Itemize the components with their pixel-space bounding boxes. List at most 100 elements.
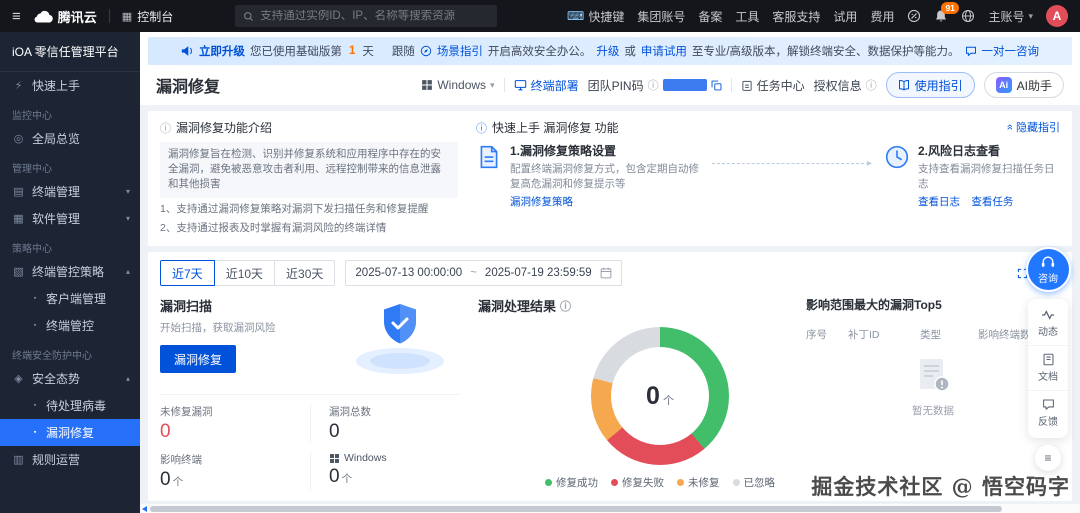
nav-icp-filing[interactable]: 备案 <box>698 8 722 25</box>
legend-dot <box>611 479 618 487</box>
step-connector: ▸ <box>712 158 872 169</box>
tab-last-30-days[interactable]: 近30天 <box>275 260 336 287</box>
feedback-button[interactable]: 反馈 <box>1028 391 1068 435</box>
sidebar-item-vuln-repair[interactable]: ▪ 漏洞修复 <box>0 419 140 446</box>
sidebar-item-global-overview[interactable]: ◎ 全局总览 <box>0 125 140 152</box>
floating-bar: 动态 文档 反馈 <box>1028 299 1068 438</box>
cloud-icon <box>34 10 53 23</box>
quickstart-title: 快速上手 漏洞修复 功能 <box>492 121 619 135</box>
tencent-cloud-logo[interactable]: 腾讯云 <box>33 7 97 26</box>
shortcut-link[interactable]: ⌨ 快捷键 <box>567 8 624 25</box>
scan-card: 漏洞扫描 开始扫描，获取漏洞风险 漏洞修复 未修复漏洞 0 漏洞总数 0 影响终… <box>160 296 460 492</box>
col-type: 类型 <box>920 329 941 342</box>
info-icon: ⓘ <box>476 122 487 135</box>
sidebar-item-quick-start[interactable]: ⚡ 快速上手 <box>0 72 140 99</box>
megaphone-icon <box>181 46 192 56</box>
upgrade-link[interactable]: 升级 <box>596 43 619 59</box>
horizontal-scrollbar[interactable] <box>140 504 1080 513</box>
step-desc: 支持查看漏洞修复扫描任务日志 <box>918 163 1055 190</box>
info-icon: ⓘ <box>160 122 171 135</box>
chevron-up-icon: ▴ <box>125 267 130 276</box>
chevron-down-icon: ▾ <box>125 187 130 196</box>
docs-button[interactable]: 文档 <box>1028 346 1068 391</box>
scrollbar-thumb[interactable] <box>150 505 1002 512</box>
nav-billing[interactable]: 费用 <box>870 8 894 25</box>
sidebar-item-client-management[interactable]: ▪ 客户端管理 <box>0 285 140 312</box>
legend-item-unfixed[interactable]: 未修复 <box>677 475 720 490</box>
consult-button[interactable]: 咨询 <box>1025 247 1071 292</box>
tab-last-7-days[interactable]: 近7天 <box>160 260 215 287</box>
ai-assistant-button[interactable]: Ai AI助手 <box>983 72 1064 98</box>
shield-icon: ◈ <box>14 373 23 385</box>
sidebar: iOA 零信任管理平台 ⚡ 快速上手 监控中心 ◎ 全局总览 管理中心 ▤ 终端… <box>0 32 140 513</box>
nav-support[interactable]: 客服支持 <box>772 8 820 25</box>
usage-days: 1 <box>348 45 356 57</box>
sidebar-item-security-posture[interactable]: ◈ 安全态势 ▴ <box>0 365 140 392</box>
usage-guide-button[interactable]: 使用指引 <box>885 72 975 98</box>
page-title: 漏洞修复 <box>156 79 221 96</box>
task-center-link[interactable]: 任务中心 <box>741 77 805 94</box>
sidebar-item-terminal-control-policy[interactable]: ▧ 终端管控策略 ▴ <box>0 258 140 285</box>
intro-title: 漏洞修复功能介绍 <box>176 121 273 135</box>
console-link[interactable]: ▦ 控制台 <box>122 8 173 25</box>
chart-legend: 修复成功 修复失败 未修复 已忽略 <box>530 475 790 490</box>
legend-item-failed[interactable]: 修复失败 <box>611 475 664 490</box>
hide-guide-link[interactable]: » 隐藏指引 <box>1003 119 1060 135</box>
sidebar-item-terminal-management[interactable]: ▤ 终端管理 ▾ <box>0 178 140 205</box>
sidebar-item-rule-operation[interactable]: ▥ 规则运营 <box>0 446 140 473</box>
more-tools-button[interactable]: ≡ <box>1035 445 1061 471</box>
vuln-fix-button[interactable]: 漏洞修复 <box>160 345 237 374</box>
legend-item-success[interactable]: 修复成功 <box>545 475 598 490</box>
chevron-down-icon: ▾ <box>490 79 495 90</box>
col-patch-id: 补丁ID <box>848 329 880 342</box>
one-on-one-consult-link[interactable]: 一对一咨询 <box>982 43 1040 59</box>
divider <box>108 9 110 23</box>
nav-tools[interactable]: 工具 <box>735 8 759 25</box>
rocket-icon: ⚡ <box>14 80 23 92</box>
license-info-link[interactable]: 授权信息 ⓘ <box>814 77 877 94</box>
chart-title: 漏洞处理结果 <box>478 299 557 315</box>
dynamics-button[interactable]: 动态 <box>1028 302 1068 346</box>
search-input[interactable] <box>260 10 490 22</box>
promo-icon[interactable] <box>907 9 921 23</box>
stat-total: 漏洞总数 0 <box>310 404 460 444</box>
view-logs-link[interactable]: 查看日志 <box>918 194 960 209</box>
hamburger-menu-icon[interactable]: ≡ <box>12 8 21 25</box>
divider <box>503 78 505 92</box>
arrow-right-icon: ▸ <box>866 158 872 169</box>
rules-icon: ▥ <box>13 454 24 466</box>
view-tasks-link[interactable]: 查看任务 <box>971 194 1013 209</box>
stat-unfixed: 未修复漏洞 0 <box>160 406 213 443</box>
keyboard-icon: ⌨ <box>567 9 585 23</box>
notification-bell[interactable]: 91 <box>934 1 959 24</box>
search-box[interactable] <box>235 5 498 27</box>
os-filter-dropdown[interactable]: Windows ▾ <box>421 78 495 92</box>
sidebar-item-pending-virus[interactable]: ▪ 待处理病毒 <box>0 392 140 419</box>
legend-item-ignored[interactable]: 已忽略 <box>732 475 775 490</box>
intro-section: ⓘ 漏洞修复功能介绍 漏洞修复旨在检测、识别并修复系统和应用程序中存在的安全漏洞… <box>148 111 1072 247</box>
scroll-left-arrow[interactable] <box>142 506 147 512</box>
vuln-policy-link[interactable]: 漏洞修复策略 <box>510 194 573 209</box>
tab-last-10-days[interactable]: 近10天 <box>214 260 276 287</box>
language-globe-icon[interactable] <box>961 9 975 23</box>
team-pin: 团队PIN码 ⓘ <box>588 77 722 94</box>
sidebar-item-terminal-control[interactable]: ▪ 终端管控 <box>0 312 140 339</box>
upgrade-now-link[interactable]: 立即升级 <box>199 43 245 59</box>
console-grid-icon: ▦ <box>121 10 133 23</box>
log-icon <box>884 144 910 209</box>
intro-description: 漏洞修复旨在检测、识别并修复系统和应用程序中存在的安全漏洞，避免被恶意攻击者利用… <box>160 142 458 198</box>
copy-icon[interactable] <box>711 80 722 91</box>
terminal-deploy-link[interactable]: 终端部署 <box>514 77 579 94</box>
nav-trial[interactable]: 试用 <box>833 8 857 25</box>
account-menu[interactable]: 主账号 ▾ <box>988 8 1033 25</box>
sidebar-section-monitor-center: 监控中心 <box>12 111 52 122</box>
page-header: 漏洞修复 Windows ▾ 终端部署 团队PIN码 ⓘ 任务中心 授权信息 ⓘ… <box>140 65 1080 105</box>
avatar[interactable]: A <box>1046 5 1068 27</box>
date-range-picker[interactable]: 2025-07-13 00:00:00 ~ 2025-07-19 23:59:5… <box>345 260 622 287</box>
nav-group-account[interactable]: 集团账号 <box>637 8 685 25</box>
collapse-icon: » <box>1003 123 1016 131</box>
apply-trial-link[interactable]: 申请试用 <box>641 43 687 59</box>
sidebar-item-software-management[interactable]: ▦ 软件管理 ▾ <box>0 205 140 232</box>
scene-guide-link[interactable]: 场景指引 <box>437 43 483 59</box>
chevron-up-icon: ▴ <box>125 374 130 383</box>
